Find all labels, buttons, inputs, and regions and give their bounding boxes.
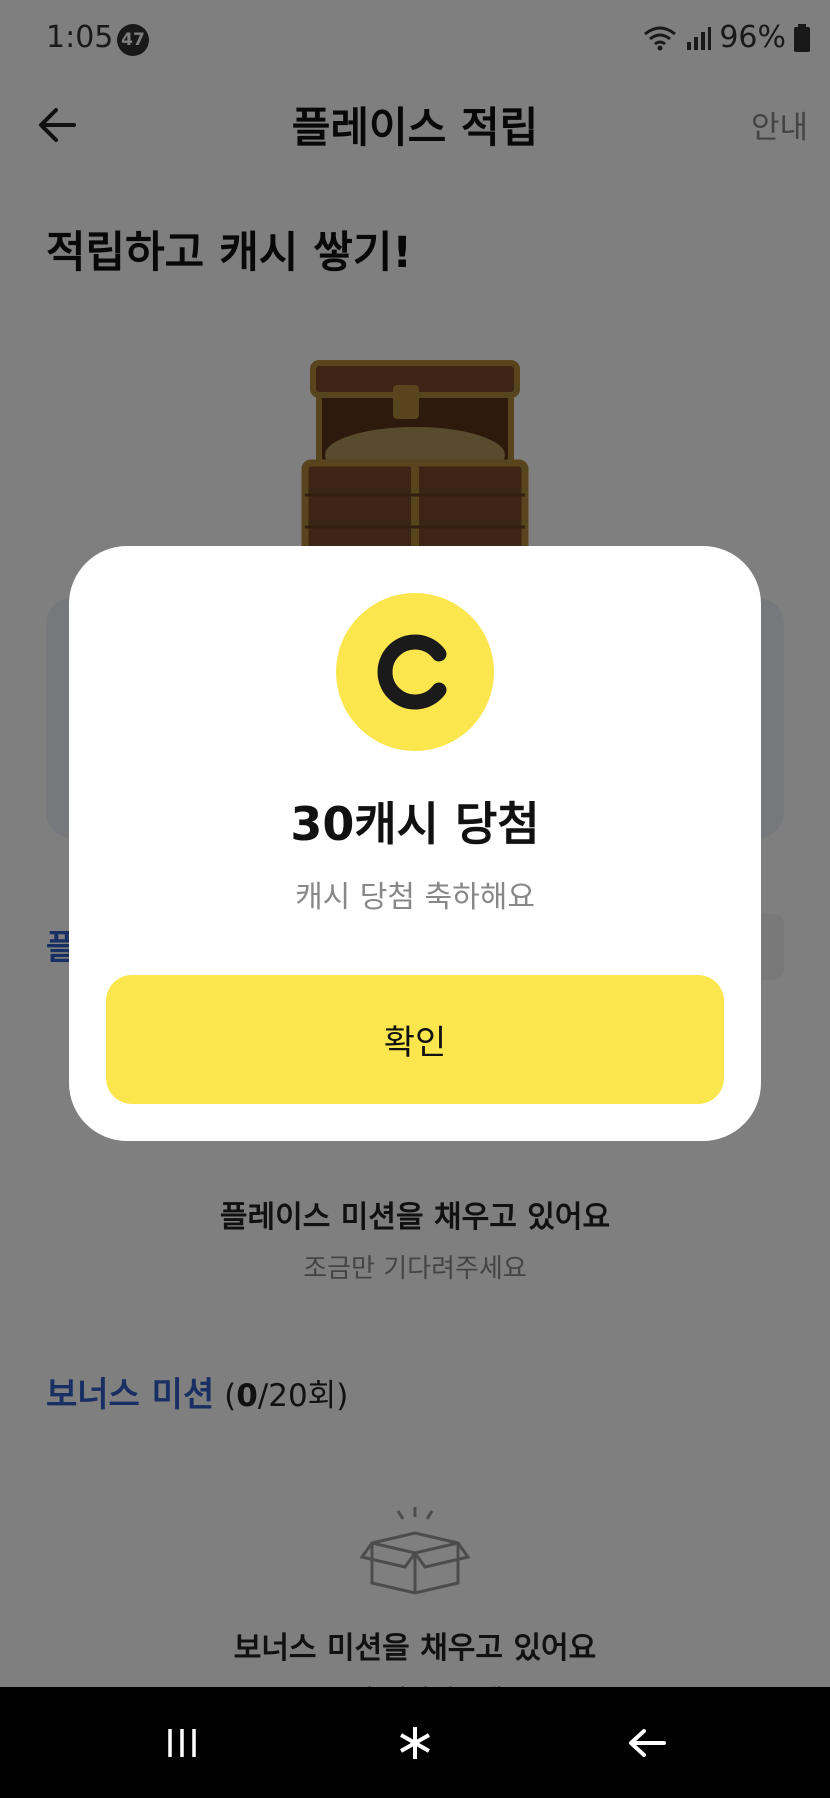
nav-back-button[interactable] <box>547 1687 747 1798</box>
nav-home-button[interactable] <box>315 1687 515 1798</box>
nav-recents-button[interactable] <box>82 1687 282 1798</box>
back-icon <box>629 1728 666 1757</box>
modal-title: 30캐시 당첨 <box>290 797 540 851</box>
home-icon <box>400 1726 430 1759</box>
modal-subtitle: 캐시 당첨 축하해요 <box>295 880 535 915</box>
recents-icon <box>168 1728 196 1757</box>
reward-modal: 30캐시 당첨 캐시 당첨 축하해요 확인 <box>69 546 761 1141</box>
confirm-button[interactable]: 확인 <box>106 975 724 1104</box>
cash-coin-icon <box>336 593 494 751</box>
coin-letter-c <box>377 634 447 710</box>
system-navigation-bar <box>0 1687 830 1798</box>
app-screen: 1:05 47 96% 플레이스 적립 안내 적립하고 캐시 쌓기! 플 플레이… <box>0 0 830 1687</box>
